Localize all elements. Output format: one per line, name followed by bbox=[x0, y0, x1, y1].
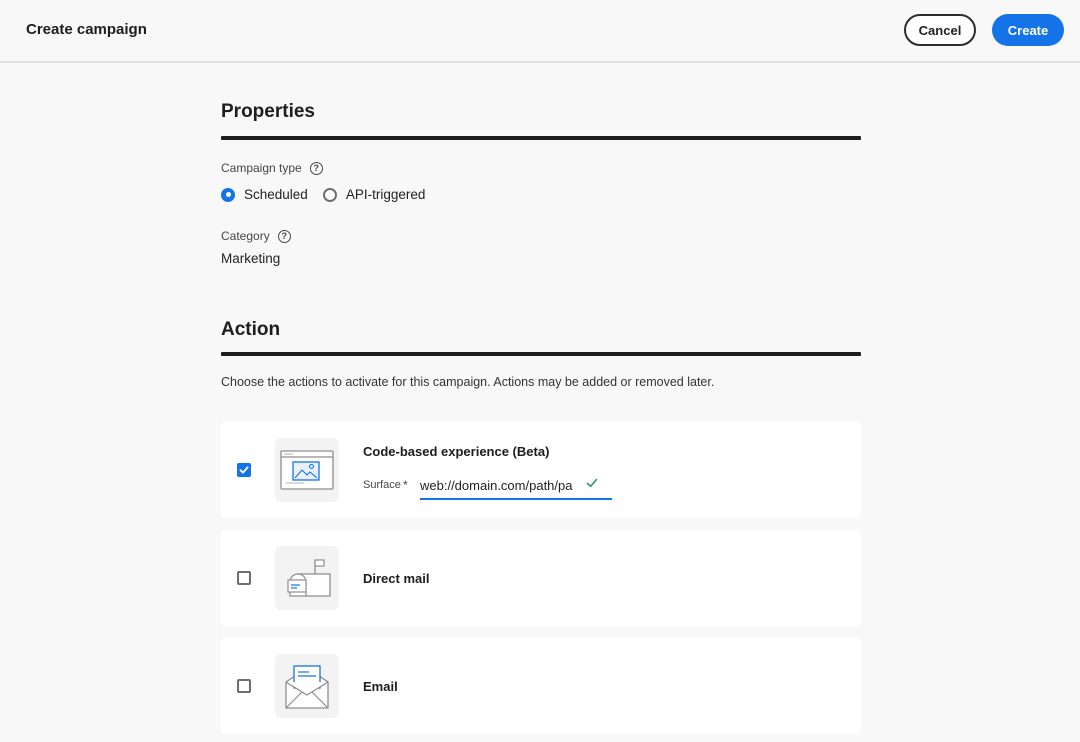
category-label: Category ? bbox=[221, 229, 291, 243]
action-description: Choose the actions to activate for this … bbox=[221, 375, 715, 389]
checkbox-email[interactable] bbox=[237, 679, 251, 693]
create-button[interactable]: Create bbox=[992, 14, 1064, 46]
radio-scheduled[interactable] bbox=[221, 187, 235, 202]
action-divider bbox=[221, 352, 861, 356]
checkbox-code-based[interactable] bbox=[237, 463, 251, 477]
code-based-experience-icon bbox=[280, 450, 334, 490]
envelope-icon bbox=[285, 665, 329, 709]
action-card-direct-mail: Direct mail bbox=[221, 530, 861, 626]
surface-label: Surface bbox=[363, 479, 401, 491]
direct-mail-title: Direct mail bbox=[363, 571, 430, 586]
campaign-type-label-text: Campaign type bbox=[221, 161, 302, 175]
campaign-type-label: Campaign type ? bbox=[221, 161, 323, 175]
radio-scheduled-label[interactable]: Scheduled bbox=[244, 187, 308, 202]
required-indicator: * bbox=[403, 478, 408, 492]
page-title: Create campaign bbox=[26, 21, 147, 38]
surface-input[interactable] bbox=[420, 472, 612, 500]
action-card-email: Email bbox=[221, 638, 861, 734]
mailbox-icon bbox=[287, 559, 331, 597]
category-value: Marketing bbox=[221, 251, 281, 266]
cancel-button[interactable]: Cancel bbox=[904, 14, 976, 46]
properties-divider bbox=[221, 136, 861, 140]
top-bar: Create campaign Cancel Create bbox=[0, 0, 1080, 63]
direct-mail-thumbnail bbox=[275, 546, 339, 610]
radio-api-triggered-label[interactable]: API-triggered bbox=[346, 187, 426, 202]
checkmark-valid-icon bbox=[586, 478, 598, 488]
email-thumbnail bbox=[275, 654, 339, 718]
category-label-text: Category bbox=[221, 229, 270, 243]
email-title: Email bbox=[363, 679, 398, 694]
campaign-type-radio-group: Scheduled API-triggered bbox=[221, 187, 440, 202]
help-icon[interactable]: ? bbox=[277, 229, 291, 243]
action-card-code-based: Code-based experience (Beta) Surface * bbox=[221, 422, 861, 518]
code-based-experience-thumbnail bbox=[275, 438, 339, 502]
code-based-experience-title: Code-based experience (Beta) bbox=[363, 444, 550, 459]
help-icon[interactable]: ? bbox=[309, 161, 323, 175]
action-heading: Action bbox=[221, 319, 281, 340]
radio-api-triggered[interactable] bbox=[322, 187, 337, 202]
properties-heading: Properties bbox=[221, 101, 315, 122]
checkbox-direct-mail[interactable] bbox=[237, 571, 251, 585]
